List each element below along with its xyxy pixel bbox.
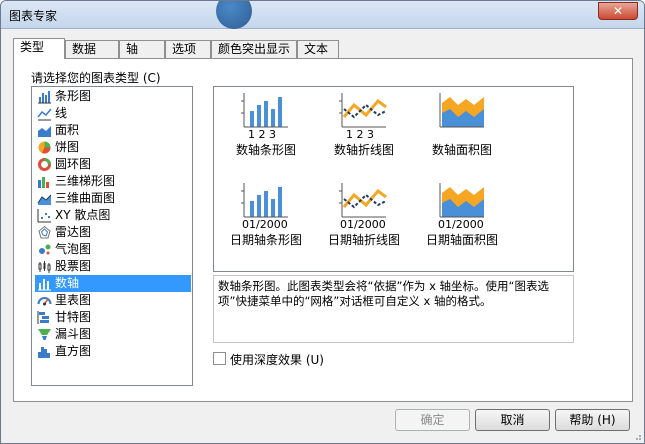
axis-tick-labels: 01/2000 bbox=[340, 218, 386, 229]
chart-type-label: 圆环图 bbox=[55, 157, 92, 171]
chart-type-list[interactable]: 条形图 线 面积 饼图 圆环图 三维梯形图 三维曲面图 XY 散点图 雷达图 气… bbox=[31, 86, 193, 386]
chart-type-description: 数轴条形图。此图表类型会将“依据”作为 x 轴坐标。使用“图表选项”快捷菜单中的… bbox=[213, 275, 574, 343]
resize-grip-icon[interactable] bbox=[632, 431, 642, 441]
funnel-chart-icon bbox=[38, 329, 51, 340]
chart-type-item-pie[interactable]: 饼图 bbox=[35, 139, 191, 156]
chart-type-item-gauge[interactable]: 里表图 bbox=[35, 292, 191, 309]
radar-chart-icon bbox=[38, 225, 51, 239]
numeric-axis-icon bbox=[38, 279, 51, 291]
line-chart-icon bbox=[37, 108, 52, 121]
chart-type-label: 直方图 bbox=[55, 344, 92, 358]
tab-color-highlight[interactable]: 颜色突出显示 bbox=[211, 40, 297, 58]
tab-type[interactable]: 类型 bbox=[13, 38, 65, 59]
donut-chart-icon bbox=[38, 158, 51, 171]
chart-type-label: 条形图 bbox=[55, 89, 92, 103]
bar-chart-icon bbox=[38, 91, 51, 104]
subtype-date-line[interactable]: 01/2000 日期轴折线图 bbox=[314, 181, 414, 261]
close-button[interactable]: ✕ bbox=[598, 2, 638, 20]
chart-type-label: 线 bbox=[55, 106, 68, 120]
chart-type-label: 气泡图 bbox=[55, 242, 92, 256]
stock-chart-icon bbox=[38, 261, 51, 273]
chart-type-item-radar[interactable]: 雷达图 bbox=[35, 224, 191, 241]
ok-button[interactable]: 确定 bbox=[395, 409, 470, 431]
subtype-numeric-line[interactable]: 1 2 3 数轴折线图 bbox=[314, 91, 414, 171]
depth-effect-label: 使用深度效果 (U) bbox=[230, 353, 324, 367]
subtype-label: 日期轴折线图 bbox=[327, 233, 400, 247]
chart-type-label: 甘特图 bbox=[55, 310, 92, 324]
tab-text[interactable]: 文本 bbox=[297, 40, 339, 58]
area-chart-icon bbox=[38, 126, 51, 137]
chart-type-item-bar[interactable]: 条形图 bbox=[35, 88, 191, 105]
subtype-label: 数轴条形图 bbox=[235, 143, 296, 157]
chart-type-item-funnel[interactable]: 漏斗图 bbox=[35, 326, 191, 343]
histogram-icon bbox=[38, 347, 50, 358]
title-decoration bbox=[216, 1, 252, 29]
chart-type-label: 漏斗图 bbox=[55, 327, 92, 341]
chart-type-label: 面积 bbox=[55, 123, 80, 137]
chart-type-label: XY 散点图 bbox=[55, 208, 111, 222]
gantt-chart-icon bbox=[37, 311, 49, 324]
chart-type-label: 饼图 bbox=[55, 140, 80, 154]
date-bar-icon: 01/2000 bbox=[241, 183, 288, 229]
subtype-date-bar[interactable]: 01/2000 日期轴条形图 bbox=[216, 181, 316, 261]
chart-type-label: 三维曲面图 bbox=[55, 191, 116, 205]
chart-type-label: 三维梯形图 bbox=[55, 174, 116, 188]
axis-tick-labels: 1 2 3 bbox=[248, 128, 276, 139]
chart-type-prompt: 请选择您的图表类型 (C) bbox=[31, 71, 161, 85]
window-title: 图表专家 bbox=[9, 9, 58, 23]
chart-type-item-gantt[interactable]: 甘特图 bbox=[35, 309, 191, 326]
numeric-area-icon bbox=[439, 93, 484, 128]
tab-options[interactable]: 选项 bbox=[165, 40, 211, 58]
tab-data[interactable]: 数据 bbox=[65, 40, 119, 58]
bubble-chart-icon bbox=[39, 244, 51, 255]
subtype-label: 日期轴面积图 bbox=[425, 233, 498, 247]
date-area-icon: 01/2000 bbox=[438, 183, 484, 229]
pie-chart-icon bbox=[38, 141, 51, 154]
subtype-label: 数轴面积图 bbox=[431, 143, 492, 157]
chart-type-item-area[interactable]: 面积 bbox=[35, 122, 191, 139]
axis-tick-labels: 01/2000 bbox=[242, 218, 288, 229]
cancel-button[interactable]: 取消 bbox=[475, 409, 550, 431]
gauge-chart-icon bbox=[37, 297, 52, 306]
chart-type-label: 股票图 bbox=[55, 259, 92, 273]
chart-type-item-bubble[interactable]: 气泡图 bbox=[35, 241, 191, 258]
chart-type-item-numeric-axis[interactable]: 数轴 bbox=[35, 275, 191, 292]
numeric-line-icon: 1 2 3 bbox=[339, 93, 387, 139]
chart-type-item-3d-surface[interactable]: 三维曲面图 bbox=[35, 190, 191, 207]
type-tab-panel: 请选择您的图表类型 (C) 条形图 线 面积 饼图 圆环图 三维梯形图 三维曲面… bbox=[13, 58, 633, 402]
chart-type-item-donut[interactable]: 圆环图 bbox=[35, 156, 191, 173]
axis-tick-labels: 01/2000 bbox=[438, 218, 484, 229]
title-bar: 图表专家 ✕ bbox=[1, 1, 644, 29]
chart-type-item-histogram[interactable]: 直方图 bbox=[35, 343, 191, 360]
chart-type-label: 里表图 bbox=[55, 293, 92, 307]
3d-step-chart-icon bbox=[38, 177, 49, 188]
subtype-numeric-bar[interactable]: 1 2 3 数轴条形图 bbox=[216, 91, 316, 171]
help-button[interactable]: 帮助 (H) bbox=[555, 409, 630, 431]
chart-type-label: 数轴 bbox=[55, 276, 80, 290]
chart-subtype-gallery: 1 2 3 数轴条形图 1 2 3 数轴折线图 数轴面积图 01/2000 日期… bbox=[213, 86, 574, 272]
chart-type-label: 雷达图 bbox=[55, 225, 92, 239]
subtype-numeric-area[interactable]: 数轴面积图 bbox=[412, 91, 512, 171]
chart-type-item-stock[interactable]: 股票图 bbox=[35, 258, 191, 275]
chart-expert-dialog: 图表专家 ✕ 类型 数据 轴 选项 颜色突出显示 文本 请选择您的图表类型 (C… bbox=[0, 0, 645, 444]
3d-surface-chart-icon bbox=[37, 194, 52, 205]
subtype-label: 日期轴条形图 bbox=[229, 233, 302, 247]
chart-type-item-scatter[interactable]: XY 散点图 bbox=[35, 207, 191, 224]
numeric-bar-icon: 1 2 3 bbox=[241, 93, 288, 139]
tab-axis[interactable]: 轴 bbox=[119, 40, 165, 58]
depth-effect-checkbox[interactable] bbox=[213, 352, 226, 365]
chart-type-item-line[interactable]: 线 bbox=[35, 105, 191, 122]
subtype-label: 数轴折线图 bbox=[333, 143, 394, 157]
chart-type-item-3d-step[interactable]: 三维梯形图 bbox=[35, 173, 191, 190]
date-line-icon: 01/2000 bbox=[339, 183, 387, 229]
scatter-chart-icon bbox=[37, 209, 51, 223]
subtype-date-area[interactable]: 01/2000 日期轴面积图 bbox=[412, 181, 512, 261]
axis-tick-labels: 1 2 3 bbox=[346, 128, 374, 139]
